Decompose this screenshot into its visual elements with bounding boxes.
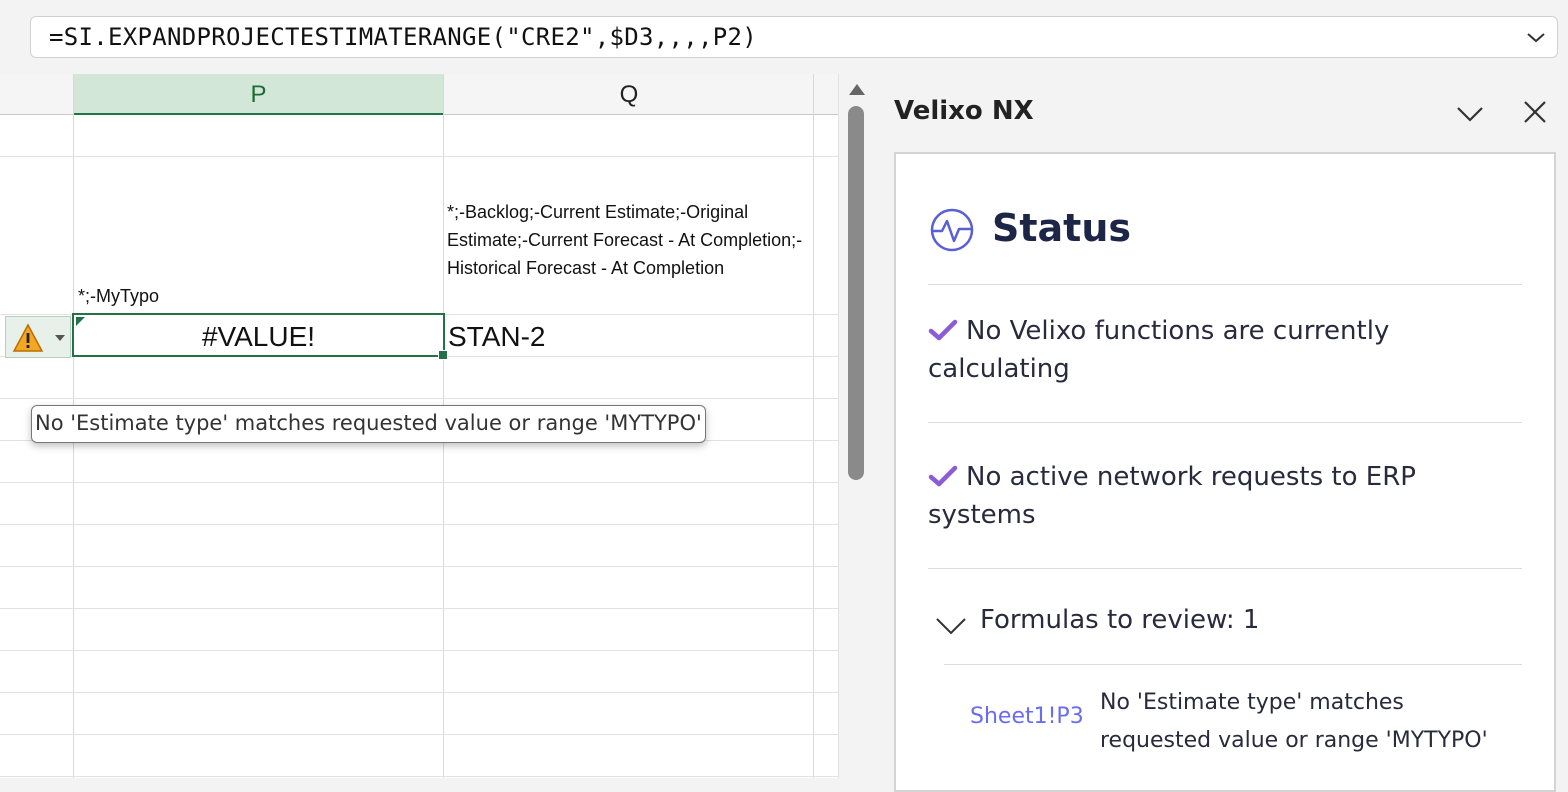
vertical-scrollbar[interactable] — [838, 74, 875, 778]
row-header-corner — [0, 74, 73, 115]
task-pane: Velixo NX Status No Velixo functions are… — [876, 74, 1568, 792]
grid-line — [0, 156, 838, 157]
formula-bar-area: =SI.EXPANDPROJECTESTIMATERANGE("CRE2",$D… — [0, 0, 1568, 74]
activity-pulse-icon — [930, 208, 974, 252]
pane-body: Status No Velixo functions are currently… — [894, 152, 1556, 792]
cell-q3[interactable]: STAN-2 — [448, 321, 546, 353]
cell-q2[interactable]: *;-Backlog;-Current Estimate;-Original E… — [447, 198, 807, 282]
formula-bar[interactable]: =SI.EXPANDPROJECTESTIMATERANGE("CRE2",$D… — [30, 16, 1558, 58]
scroll-up-icon[interactable] — [849, 84, 865, 95]
review-message: No 'Estimate type' matches requested val… — [1100, 690, 1488, 753]
expand-chevron-icon[interactable] — [934, 616, 968, 636]
status-item-text: No active network requests to ERP system… — [928, 462, 1416, 530]
spreadsheet-grid[interactable]: P Q *;-MyTypo *;-Backlog;-Current Estima… — [0, 74, 838, 778]
status-item-text: No Velixo functions are currently calcul… — [928, 316, 1390, 384]
grid-line — [0, 566, 838, 567]
column-header-q[interactable]: Q — [444, 74, 814, 115]
grid-line — [0, 692, 838, 693]
status-heading: Status — [992, 206, 1132, 250]
fill-handle[interactable] — [438, 350, 448, 360]
check-icon — [928, 319, 958, 341]
formulas-to-review-toggle[interactable]: Formulas to review: 1 — [980, 605, 1259, 635]
scrollbar-thumb[interactable] — [848, 106, 864, 480]
collapse-chevron-icon[interactable] — [1454, 100, 1486, 126]
cell-p3-selected[interactable]: #VALUE! — [72, 313, 448, 360]
grid-line — [0, 776, 838, 777]
warning-triangle-icon — [12, 323, 44, 352]
pane-title: Velixo NX — [894, 96, 1034, 126]
error-tooltip: No 'Estimate type' matches requested val… — [31, 405, 706, 443]
error-options-button[interactable] — [5, 316, 71, 358]
divider — [928, 284, 1522, 285]
close-icon[interactable] — [1521, 98, 1549, 126]
grid-line — [0, 398, 838, 399]
grid-line — [0, 608, 838, 609]
grid-line — [0, 524, 838, 525]
column-header-next[interactable] — [814, 74, 838, 115]
cell-p2[interactable]: *;-MyTypo — [78, 282, 159, 310]
chevron-down-icon[interactable] — [1525, 26, 1547, 48]
check-icon — [928, 465, 958, 487]
status-item-network: No active network requests to ERP system… — [928, 458, 1428, 534]
review-cell-link[interactable]: Sheet1!P3 — [970, 704, 1084, 729]
grid-line — [0, 734, 838, 735]
status-item-calculating: No Velixo functions are currently calcul… — [928, 312, 1428, 388]
caret-down-icon — [55, 335, 65, 341]
grid-line — [813, 74, 814, 778]
divider — [944, 664, 1522, 665]
grid-line — [0, 482, 838, 483]
formula-text[interactable]: =SI.EXPANDPROJECTESTIMATERANGE("CRE2",$D… — [49, 23, 757, 51]
divider — [928, 568, 1522, 569]
divider — [928, 422, 1522, 423]
error-indicator-icon — [76, 317, 85, 326]
grid-line — [0, 650, 838, 651]
column-header-p[interactable]: P — [73, 74, 444, 115]
cell-p3-value: #VALUE! — [201, 321, 316, 352]
